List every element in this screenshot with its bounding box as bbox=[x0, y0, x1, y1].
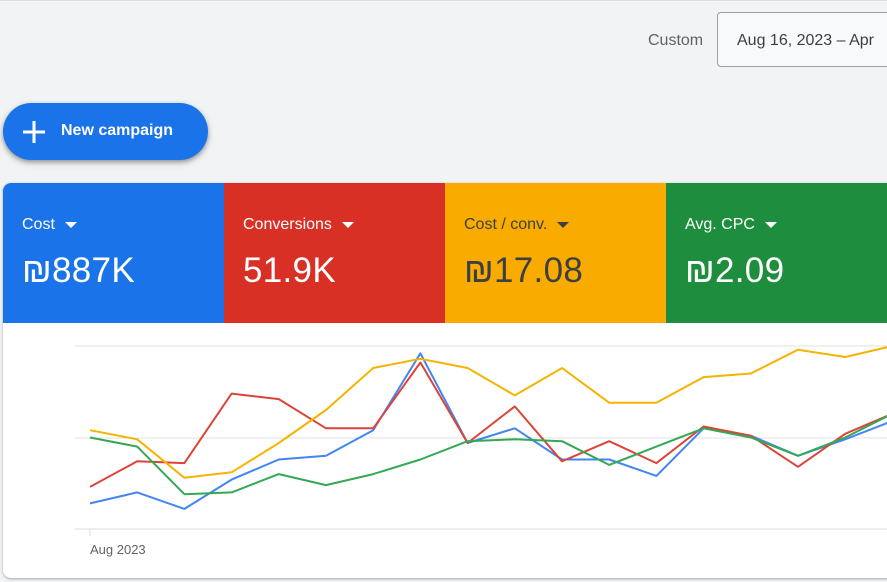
metric-value: ₪887K bbox=[22, 251, 135, 290]
series-layer bbox=[89, 346, 887, 510]
metric-value: ₪17.08 bbox=[464, 251, 584, 290]
performance-card: Cost ₪887K Conversions 51.9K Cost / conv… bbox=[3, 183, 887, 578]
metric-title: Cost / conv. bbox=[464, 216, 570, 234]
new-campaign-button[interactable]: New campaign bbox=[3, 103, 208, 160]
metric-tile-cost[interactable]: Cost ₪887K bbox=[3, 183, 224, 323]
date-range-type-label: Custom bbox=[648, 32, 704, 49]
series-line-3 bbox=[89, 346, 887, 479]
performance-line-chart: Aug 2023 bbox=[75, 345, 887, 557]
top-divider bbox=[0, 0, 887, 1]
x-axis-tick-label: Aug 2023 bbox=[90, 542, 146, 557]
metric-title: Avg. CPC bbox=[685, 216, 777, 234]
date-range-text: Aug 16, 2023 – Apr bbox=[737, 32, 874, 49]
metric-tile-avg-cpc[interactable]: Avg. CPC ₪2.09 bbox=[666, 183, 887, 323]
metric-title: Cost bbox=[22, 216, 77, 234]
date-range-picker[interactable]: Aug 16, 2023 – Apr bbox=[717, 12, 887, 67]
dropdown-caret-icon bbox=[64, 221, 77, 228]
metric-tile-cost-per-conversion[interactable]: Cost / conv. ₪17.08 bbox=[445, 183, 666, 323]
series-line-1 bbox=[89, 352, 887, 510]
metric-tile-conversions[interactable]: Conversions 51.9K bbox=[224, 183, 445, 323]
metric-value: 51.9K bbox=[243, 251, 336, 290]
metric-title: Conversions bbox=[243, 216, 354, 234]
new-campaign-label: New campaign bbox=[61, 122, 174, 139]
plus-icon bbox=[23, 121, 45, 143]
dropdown-caret-icon bbox=[764, 221, 777, 228]
dropdown-caret-icon bbox=[341, 221, 354, 228]
metric-value: ₪2.09 bbox=[685, 251, 785, 290]
dropdown-caret-icon bbox=[557, 221, 570, 228]
